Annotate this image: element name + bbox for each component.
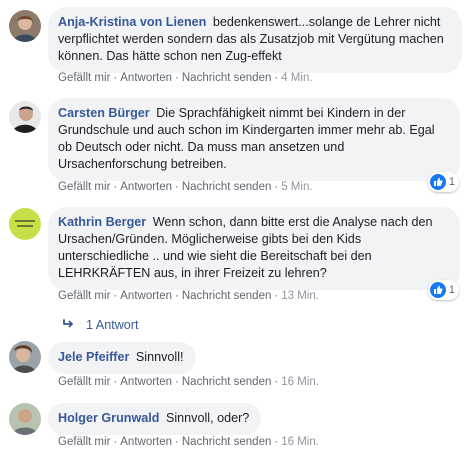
replies-label[interactable]: 1 Antwort bbox=[86, 318, 139, 332]
avatar[interactable] bbox=[9, 403, 41, 435]
avatar[interactable] bbox=[9, 341, 41, 373]
reaction-count: 1 bbox=[448, 176, 455, 188]
reaction-count: 1 bbox=[448, 284, 455, 296]
timestamp[interactable]: 13 Min. bbox=[281, 290, 319, 302]
like-button[interactable]: Gefällt mir bbox=[58, 376, 110, 388]
reply-button[interactable]: Antworten bbox=[120, 290, 172, 302]
like-button[interactable]: Gefällt mir bbox=[58, 181, 110, 193]
author-name[interactable]: Anja-Kristina von Lienen bbox=[58, 15, 206, 29]
thumbs-up-icon bbox=[429, 282, 446, 298]
avatar[interactable] bbox=[9, 10, 41, 42]
reply-button[interactable]: Antworten bbox=[120, 436, 172, 448]
reply-button[interactable]: Antworten bbox=[120, 72, 172, 84]
like-button[interactable]: Gefällt mir bbox=[58, 290, 110, 302]
author-name[interactable]: Jele Pfeiffer bbox=[58, 350, 129, 364]
reply-button[interactable]: Antworten bbox=[120, 181, 172, 193]
comment-bubble: Kathrin Berger Wenn schon, dann bitte er… bbox=[48, 207, 460, 290]
comment-bubble: Jele Pfeiffer Sinnvoll! bbox=[48, 342, 196, 374]
timestamp[interactable]: 16 Min. bbox=[281, 436, 319, 448]
like-button[interactable]: Gefällt mir bbox=[58, 436, 110, 448]
reply-arrow-icon bbox=[62, 318, 76, 332]
comment-actions: Gefällt mir · Antworten · Nachricht senden · 1… bbox=[58, 290, 319, 302]
comment-bubble: Holger Grunwald Sinnvoll, oder? bbox=[48, 403, 262, 435]
comment-actions: Gefällt mir · Antworten · Nachricht senden · 4… bbox=[58, 72, 313, 84]
thumbs-up-icon bbox=[429, 174, 446, 190]
avatar[interactable] bbox=[9, 101, 41, 133]
like-button[interactable]: Gefällt mir bbox=[58, 72, 110, 84]
comment-bubble: Carsten Bürger Die Sprachfähigkeit nimmt… bbox=[48, 98, 460, 181]
avatar[interactable] bbox=[9, 208, 41, 240]
view-replies-link[interactable]: 1 Antwort bbox=[62, 318, 139, 332]
comment-text: Sinnvoll, oder? bbox=[165, 411, 250, 425]
message-button[interactable]: Nachricht senden bbox=[182, 290, 272, 302]
timestamp[interactable]: 4 Min. bbox=[281, 72, 312, 84]
comment-bubble: Anja-Kristina von Lienen bedenkenswert..… bbox=[48, 7, 462, 73]
author-name[interactable]: Carsten Bürger bbox=[58, 106, 150, 120]
message-button[interactable]: Nachricht senden bbox=[182, 181, 272, 193]
reaction-badge[interactable]: 1 bbox=[427, 280, 459, 300]
reaction-badge[interactable]: 1 bbox=[427, 172, 459, 192]
comment-actions: Gefällt mir · Antworten · Nachricht senden · 1… bbox=[58, 376, 319, 388]
comment-text: Sinnvoll! bbox=[135, 350, 184, 364]
comment-actions: Gefällt mir · Antworten · Nachricht senden · 1… bbox=[58, 436, 319, 448]
message-button[interactable]: Nachricht senden bbox=[182, 436, 272, 448]
timestamp[interactable]: 5 Min. bbox=[281, 181, 312, 193]
message-button[interactable]: Nachricht senden bbox=[182, 72, 272, 84]
message-button[interactable]: Nachricht senden bbox=[182, 376, 272, 388]
author-name[interactable]: Holger Grunwald bbox=[58, 411, 159, 425]
comment-actions: Gefällt mir · Antworten · Nachricht senden · 5… bbox=[58, 181, 313, 193]
author-name[interactable]: Kathrin Berger bbox=[58, 215, 146, 229]
reply-button[interactable]: Antworten bbox=[120, 376, 172, 388]
timestamp[interactable]: 16 Min. bbox=[281, 376, 319, 388]
